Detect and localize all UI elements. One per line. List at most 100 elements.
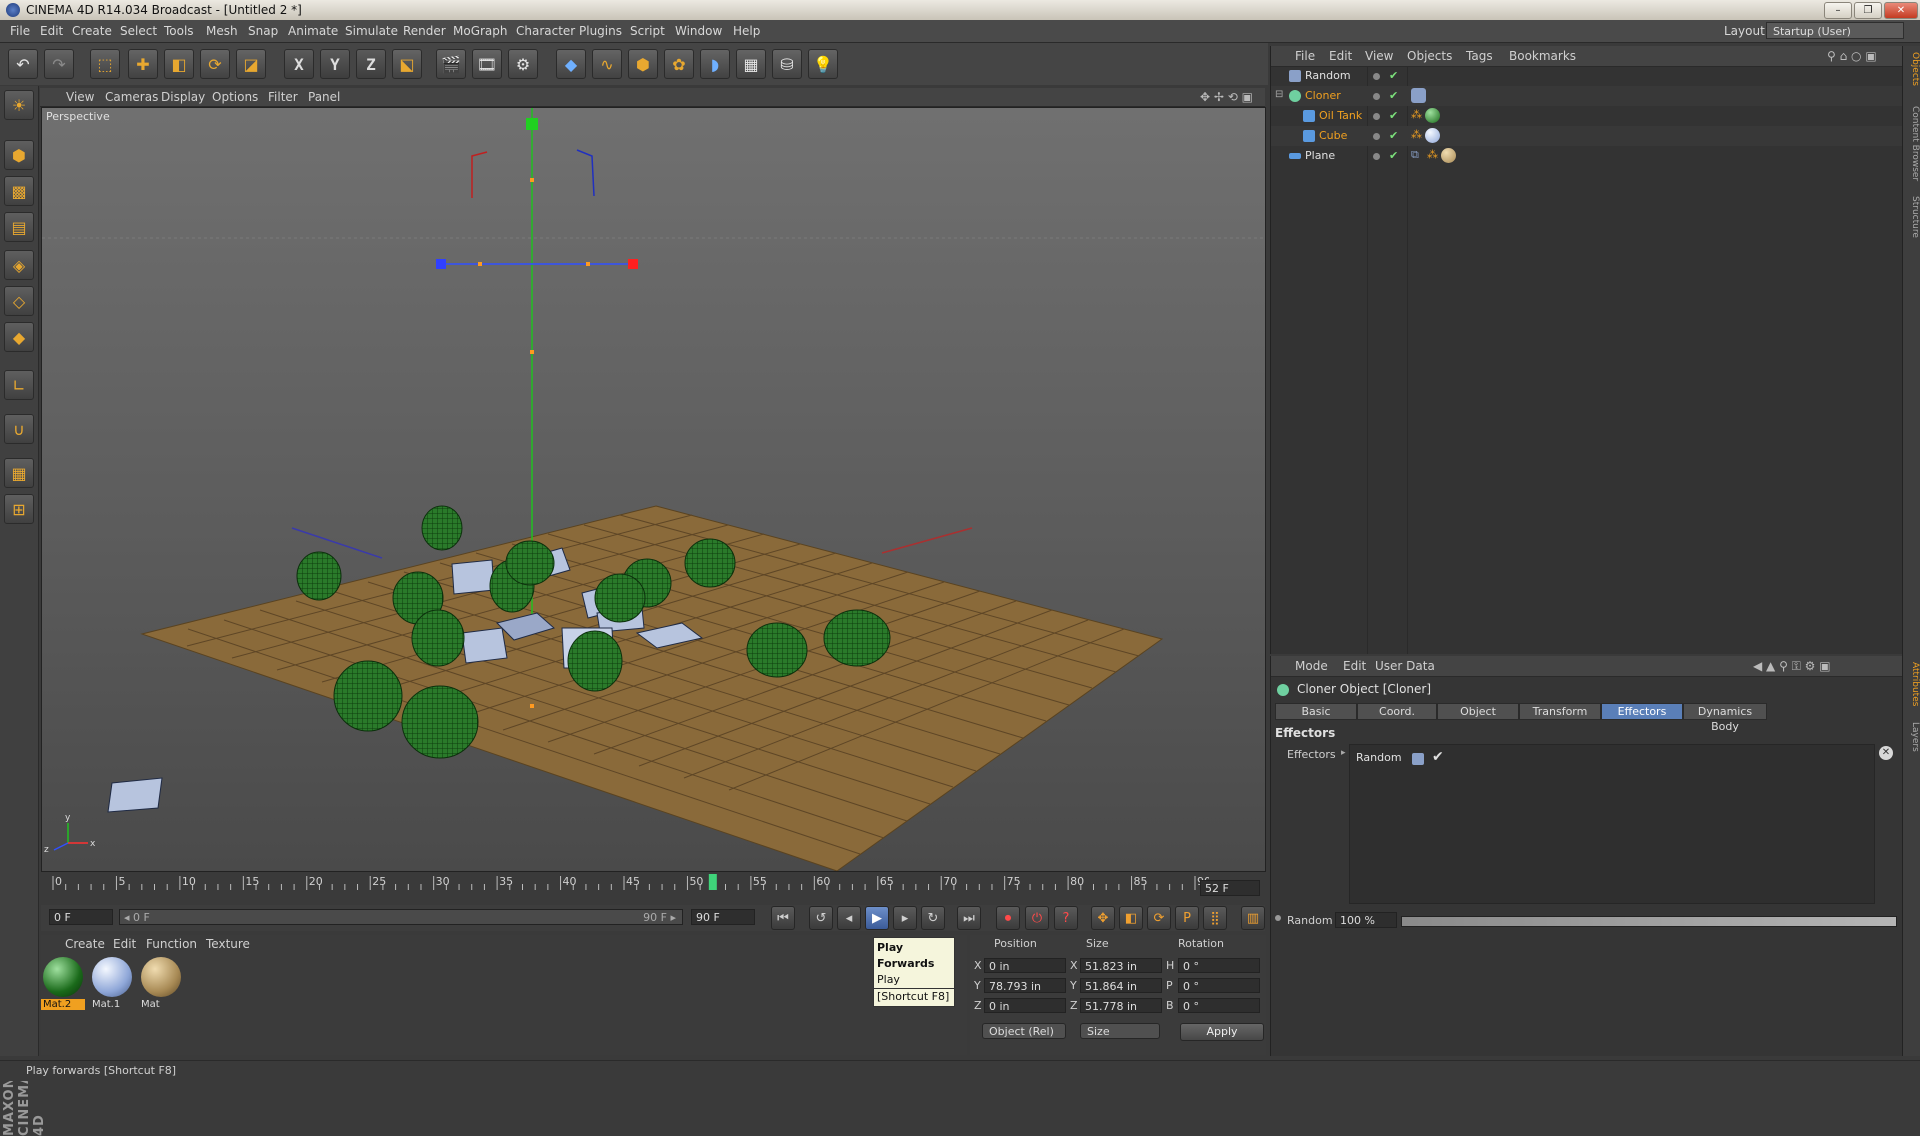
next-key-icon[interactable]: ↻ (921, 906, 945, 930)
enabled-check[interactable]: ✔ (1389, 89, 1398, 102)
perspective-viewport[interactable]: Perspective y x z (41, 107, 1266, 872)
workplane-mode-icon[interactable]: ▤ (4, 212, 34, 242)
current-frame-field[interactable]: 52 F (1200, 880, 1260, 896)
menu-character[interactable]: Character (516, 24, 575, 38)
enabled-check[interactable]: ✔ (1389, 149, 1398, 162)
viewport-menu-panel[interactable]: Panel (308, 90, 340, 104)
viewport-menu-cameras[interactable]: Cameras (105, 90, 158, 104)
autokeying-icon[interactable]: ⏻ (1025, 906, 1049, 930)
obj-menu-view[interactable]: View (1365, 49, 1393, 63)
preview-range-slider[interactable]: ◂ 0 F 90 F ▸ (119, 909, 683, 925)
phong-tag-icon[interactable]: ⁂ (1427, 148, 1438, 161)
tab-transform[interactable]: Transform (1519, 703, 1601, 720)
viewport-menu-filter[interactable]: Filter (268, 90, 298, 104)
keyframe-selection-icon[interactable]: ? (1054, 906, 1078, 930)
object-name-plane[interactable]: Plane (1305, 149, 1335, 162)
visibility-dot[interactable] (1373, 133, 1380, 140)
menu-help[interactable]: Help (733, 24, 760, 38)
pos-y-field[interactable]: 78.793 in (984, 978, 1066, 993)
size-x-field[interactable]: 51.823 in (1080, 958, 1162, 973)
goto-end-icon[interactable]: ⏭ (957, 906, 981, 930)
animate-param-dot[interactable] (1275, 915, 1281, 921)
record-scale-icon[interactable]: ◧ (1119, 906, 1143, 930)
coord-mode-select[interactable]: Object (Rel) (982, 1023, 1066, 1039)
menu-file[interactable]: File (10, 24, 30, 38)
menu-mesh[interactable]: Mesh (206, 24, 238, 38)
enabled-check[interactable]: ✔ (1389, 109, 1398, 122)
light-icon[interactable]: 💡 (808, 49, 838, 79)
material-menu-texture[interactable]: Texture (206, 937, 250, 951)
material-tag-mat1[interactable] (1425, 128, 1440, 143)
menu-create[interactable]: Create (72, 24, 112, 38)
minimize-button[interactable]: – (1824, 2, 1852, 19)
size-z-field[interactable]: 51.778 in (1080, 998, 1162, 1013)
tab-dynamics-body[interactable]: Dynamics Body (1683, 703, 1767, 733)
model-mode-icon[interactable]: ⬢ (4, 140, 34, 170)
recent-tool-icon[interactable]: ◪ (236, 49, 266, 79)
previous-key-icon[interactable]: ↺ (809, 906, 833, 930)
menu-animate[interactable]: Animate (288, 24, 338, 38)
material-mat1[interactable]: Mat.1 (90, 957, 134, 1013)
previous-frame-icon[interactable]: ◂ (837, 906, 861, 930)
menu-edit[interactable]: Edit (40, 24, 63, 38)
obj-menu-bookmarks[interactable]: Bookmarks (1509, 49, 1576, 63)
pos-x-field[interactable]: 0 in (984, 958, 1066, 973)
obj-menu-objects[interactable]: Objects (1407, 49, 1452, 63)
rot-b-field[interactable]: 0 ° (1178, 998, 1260, 1013)
enabled-check[interactable]: ✔ (1389, 69, 1398, 82)
menu-render[interactable]: Render (403, 24, 446, 38)
obj-menu-file[interactable]: File (1295, 49, 1315, 63)
scale-icon[interactable]: ◧ (164, 49, 194, 79)
material-tag-mat[interactable] (1441, 148, 1456, 163)
record-rotation-icon[interactable]: ⟳ (1147, 906, 1171, 930)
mograph-tag-icon[interactable] (1411, 88, 1426, 103)
rot-h-field[interactable]: 0 ° (1178, 958, 1260, 973)
side-tab-attributes[interactable]: Attributes (1904, 662, 1920, 706)
phong-tag-icon[interactable]: ⁂ (1411, 108, 1422, 121)
menu-window[interactable]: Window (675, 24, 722, 38)
start-frame-field[interactable]: 0 F (49, 909, 113, 925)
live-selection-icon[interactable]: ⬚ (90, 49, 120, 79)
tab-coord[interactable]: Coord. (1357, 703, 1437, 720)
rotate-icon[interactable]: ⟳ (200, 49, 230, 79)
size-y-field[interactable]: 51.864 in (1080, 978, 1162, 993)
workplane-icon[interactable]: ▦ (4, 458, 34, 488)
menu-mograph[interactable]: MoGraph (453, 24, 508, 38)
visibility-dot[interactable] (1373, 73, 1380, 80)
goto-start-icon[interactable]: ⏮ (771, 906, 795, 930)
make-editable-icon[interactable]: ☀ (4, 90, 34, 120)
random-strength-field[interactable]: 100 % (1335, 912, 1397, 928)
texture-tag-icon[interactable]: ⧉ (1411, 148, 1419, 162)
effectors-list-menu-icon[interactable]: ✕ (1879, 746, 1893, 760)
tab-basic[interactable]: Basic (1275, 703, 1357, 720)
render-picture-viewer-icon[interactable]: 🎞 (472, 49, 502, 79)
enabled-check[interactable]: ✔ (1389, 129, 1398, 142)
effectors-list[interactable]: Random ✔ (1349, 744, 1875, 904)
record-position-icon[interactable]: ✥ (1091, 906, 1115, 930)
tab-object[interactable]: Object (1437, 703, 1519, 720)
points-mode-icon[interactable]: ◈ (4, 250, 34, 280)
maximize-button[interactable]: ❐ (1854, 2, 1882, 19)
object-row-oil-tank[interactable]: Oil Tank ✔ ⁂ (1271, 106, 1903, 126)
apply-button[interactable]: Apply (1180, 1023, 1264, 1041)
side-tab-structure[interactable]: Structure (1904, 196, 1920, 238)
viewport-menu-display[interactable]: Display (161, 90, 205, 104)
spline-pen-icon[interactable]: ∿ (592, 49, 622, 79)
render-view-icon[interactable]: 🎬 (436, 49, 466, 79)
material-menu-create[interactable]: Create (65, 937, 105, 951)
tab-effectors[interactable]: Effectors (1601, 703, 1683, 720)
object-name-random[interactable]: Random (1305, 69, 1351, 82)
timeline-current-frame-marker[interactable] (708, 874, 717, 890)
object-name-cube[interactable]: Cube (1319, 129, 1347, 142)
undo-icon[interactable]: ↶ (8, 49, 38, 79)
side-tab-content-browser[interactable]: Content Browser (1904, 106, 1920, 181)
visibility-dot[interactable] (1373, 153, 1380, 160)
menu-snap[interactable]: Snap (248, 24, 278, 38)
attr-menu-user-data[interactable]: User Data (1375, 659, 1435, 673)
menu-script[interactable]: Script (630, 24, 665, 38)
viewport-menu-options[interactable]: Options (212, 90, 258, 104)
end-frame-field[interactable]: 90 F (691, 909, 755, 925)
attr-menu-edit[interactable]: Edit (1343, 659, 1366, 673)
attr-nav-icons[interactable]: ◀ ▲ ⚲ ⚿ ⚙ ▣ (1753, 659, 1831, 674)
object-name-oil-tank[interactable]: Oil Tank (1319, 109, 1362, 122)
